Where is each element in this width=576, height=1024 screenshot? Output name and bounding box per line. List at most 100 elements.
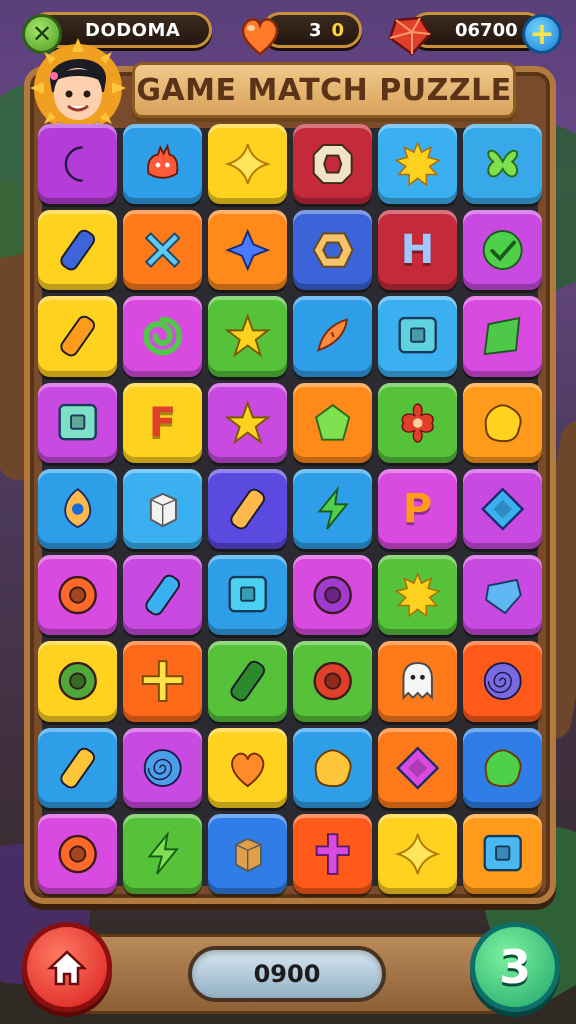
tile-grid: H F P — [38, 124, 542, 894]
tile-r2-c2[interactable] — [123, 210, 202, 291]
blob-monster-icon — [146, 143, 179, 179]
square-ring-icon — [228, 576, 267, 613]
plus-star-icon — [141, 660, 184, 703]
capsule-icon — [60, 316, 95, 357]
tile-r5-c2[interactable] — [123, 468, 202, 550]
gem-icon — [388, 16, 432, 56]
tile-r8-c3[interactable] — [208, 727, 287, 808]
tile-r8-c6[interactable] — [463, 727, 542, 808]
tile-r3-c1[interactable] — [38, 296, 117, 377]
flower-icon — [401, 403, 434, 443]
heart-icon — [230, 752, 265, 787]
capsule-icon — [230, 488, 265, 530]
tile-r8-c2[interactable] — [123, 727, 202, 808]
tile-r1-c4[interactable] — [293, 124, 372, 205]
blob-icon — [484, 404, 522, 442]
tile-r1-c5[interactable] — [378, 124, 457, 205]
blob-icon — [314, 748, 352, 787]
tile-r7-c4[interactable] — [293, 641, 372, 722]
square-ring-icon — [483, 834, 522, 872]
capsule-icon — [230, 661, 265, 702]
tile-r6-c1[interactable] — [38, 555, 117, 636]
tile-r7-c1[interactable] — [38, 641, 117, 722]
next-label: 3 — [498, 940, 531, 994]
tile-r9-c3[interactable] — [208, 813, 287, 894]
tile-r1-c6[interactable] — [463, 124, 542, 205]
heart-icon — [241, 18, 279, 56]
tile-r4-c6[interactable] — [463, 382, 542, 463]
tile-r2-c1[interactable] — [38, 210, 117, 291]
fish-icon — [317, 318, 348, 353]
tile-r4-c4[interactable] — [293, 382, 372, 463]
tile-letter-icon: P — [402, 485, 433, 532]
ring-icon — [313, 576, 352, 615]
lives-count: 3 — [309, 19, 322, 41]
tile-r4-c1[interactable] — [38, 382, 117, 463]
tile-letter-icon: H — [400, 227, 435, 274]
cross-icon — [315, 833, 350, 875]
tile-r5-c1[interactable] — [38, 468, 117, 550]
tile-r1-c2[interactable] — [123, 124, 202, 205]
home-icon — [46, 950, 88, 986]
tile-r9-c2[interactable] — [123, 813, 202, 894]
tile-r8-c5[interactable] — [378, 727, 457, 808]
tile-r5-c4[interactable] — [293, 468, 372, 550]
bolt-icon — [317, 485, 349, 530]
tile-r9-c1[interactable] — [38, 813, 117, 894]
tile-r3-c3[interactable] — [208, 296, 287, 377]
tile-r3-c5[interactable] — [378, 296, 457, 377]
capsule-icon — [60, 747, 95, 788]
tile-r6-c2[interactable] — [123, 555, 202, 636]
tile-r6-c6[interactable] — [463, 555, 542, 636]
square-icon — [483, 317, 521, 356]
tile-r3-c4[interactable] — [293, 296, 372, 377]
score-value: 0900 — [253, 960, 321, 988]
diamond-star-icon — [225, 228, 270, 272]
tile-r8-c4[interactable] — [293, 727, 372, 808]
tile-r2-c5[interactable]: H — [378, 210, 457, 291]
tile-r2-c4[interactable] — [293, 210, 372, 291]
clover-icon — [487, 149, 518, 178]
tile-r9-c6[interactable] — [463, 813, 542, 894]
tile-r8-c1[interactable] — [38, 727, 117, 808]
tile-r3-c2[interactable] — [123, 296, 202, 377]
ring-icon — [58, 834, 97, 874]
tile-r6-c4[interactable] — [293, 555, 372, 636]
check-icon — [482, 230, 523, 271]
diamond-icon — [395, 746, 440, 790]
pentagon-icon — [314, 403, 351, 441]
tile-r9-c4[interactable] — [293, 813, 372, 894]
tile-r7-c5[interactable] — [378, 641, 457, 722]
tile-r7-c3[interactable] — [208, 641, 287, 722]
spiral-icon — [143, 748, 182, 787]
tile-r9-c5[interactable] — [378, 813, 457, 894]
tile-r6-c5[interactable] — [378, 555, 457, 636]
capsule-icon — [60, 230, 95, 271]
tile-r4-c3[interactable] — [208, 382, 287, 463]
tile-r1-c1[interactable] — [38, 124, 117, 205]
square-ring-icon — [398, 317, 437, 354]
coins-count: 06700 — [455, 19, 518, 41]
tile-r5-c3[interactable] — [208, 468, 287, 550]
tile-r4-c5[interactable] — [378, 382, 457, 463]
home-button[interactable] — [22, 922, 112, 1012]
tile-r2-c3[interactable] — [208, 210, 287, 291]
tile-r6-c3[interactable] — [208, 555, 287, 636]
tile-r3-c6[interactable] — [463, 296, 542, 377]
tile-r4-c2[interactable]: F — [123, 382, 202, 463]
tile-r1-c3[interactable] — [208, 124, 287, 205]
cube-icon — [234, 837, 262, 873]
tile-r7-c2[interactable] — [123, 641, 202, 722]
tile-r2-c6[interactable] — [463, 210, 542, 291]
sun-icon — [394, 140, 441, 187]
next-button[interactable]: 3 — [470, 922, 560, 1012]
add-coins-button[interactable]: + — [522, 14, 562, 54]
game-title: GAME MATCH PUZZLE — [136, 72, 512, 108]
crescent-icon — [64, 146, 83, 182]
square-ring-icon — [58, 403, 97, 441]
tile-r5-c6[interactable] — [463, 468, 542, 550]
tile-letter-icon: F — [148, 399, 177, 446]
ring-icon — [313, 662, 352, 701]
tile-r7-c6[interactable] — [463, 641, 542, 722]
tile-r5-c5[interactable]: P — [378, 468, 457, 550]
